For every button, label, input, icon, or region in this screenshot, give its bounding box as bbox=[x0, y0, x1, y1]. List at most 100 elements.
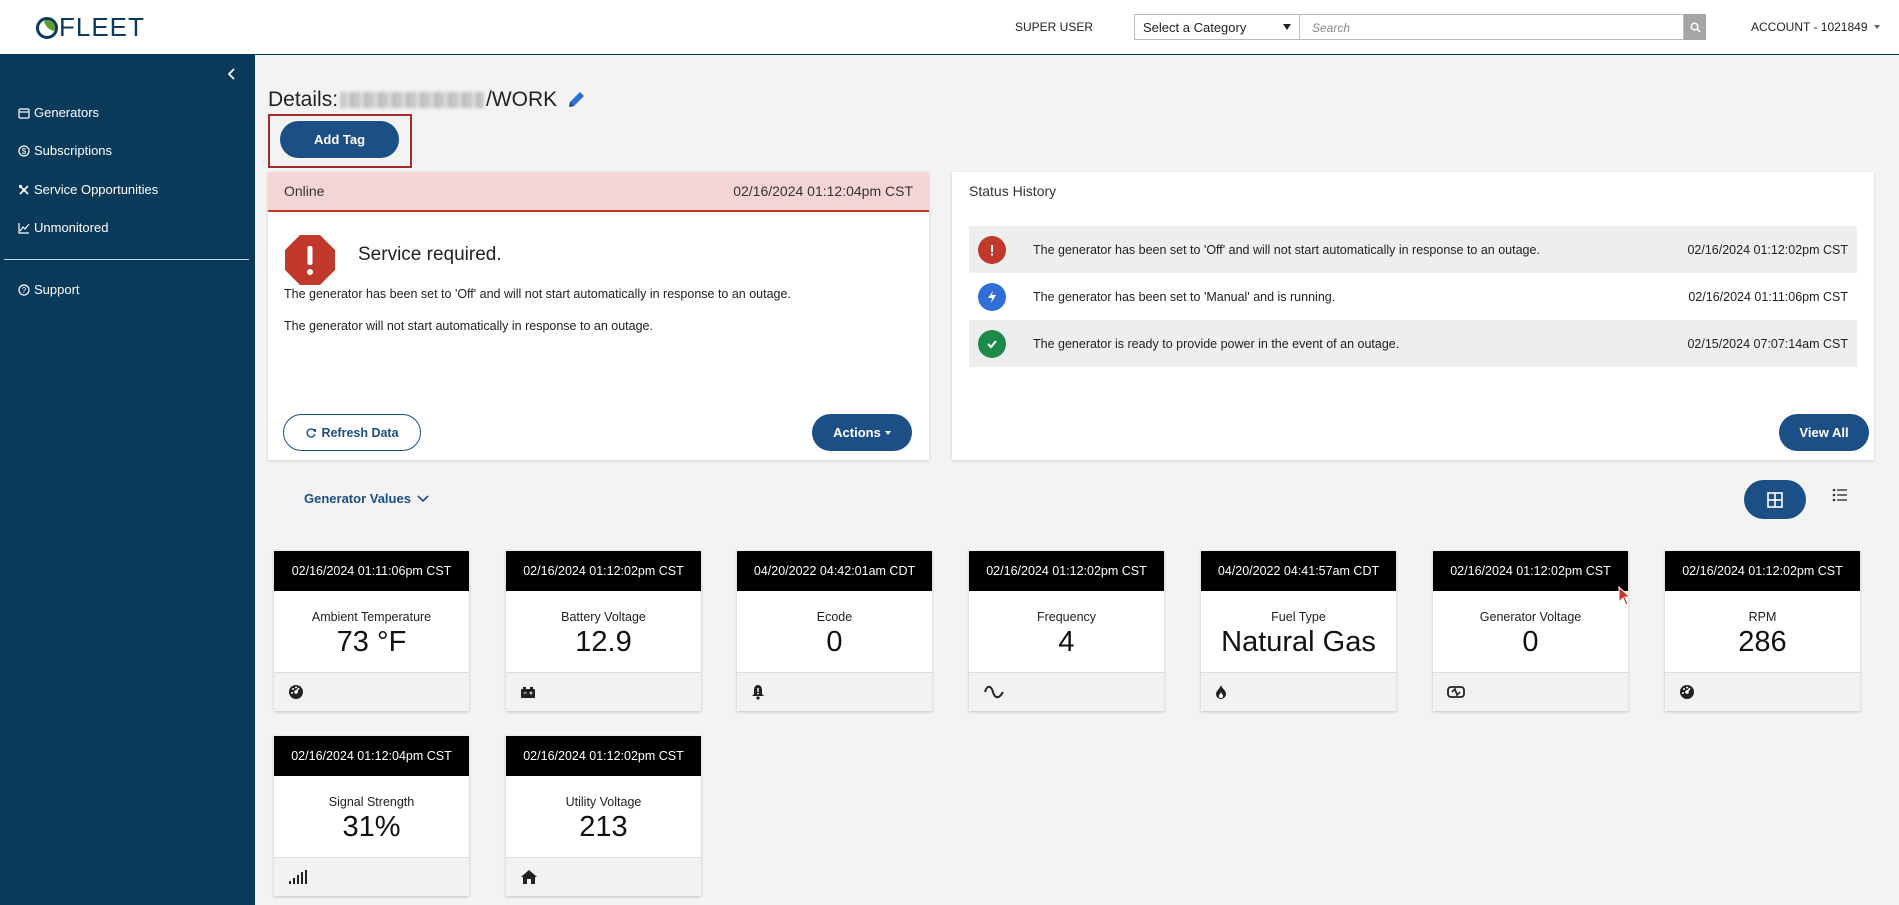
dollar-circle-icon: $ bbox=[18, 144, 30, 157]
tile-value: 73 °F bbox=[336, 626, 407, 658]
tile-timestamp: 02/16/2024 01:12:02pm CST bbox=[506, 736, 701, 776]
service-headline: Service required. bbox=[358, 244, 502, 265]
tile-label: Battery Voltage bbox=[561, 610, 646, 624]
value-tile-fuel-type[interactable]: 04/20/2022 04:41:57am CDT Fuel Type Natu… bbox=[1201, 551, 1396, 711]
gauge-icon bbox=[289, 685, 303, 699]
category-select-value: Select a Category bbox=[1143, 19, 1247, 35]
sidebar-item-service-opportunities[interactable]: Service Opportunities bbox=[18, 182, 158, 197]
chevron-down-icon bbox=[884, 430, 891, 435]
history-row: The generator has been set to 'Off' and … bbox=[969, 226, 1857, 273]
history-time: 02/15/2024 07:07:14am CST bbox=[1687, 336, 1848, 351]
actions-label: Actions bbox=[833, 425, 881, 440]
page-title-suffix: /WORK bbox=[486, 88, 558, 111]
search-button[interactable] bbox=[1684, 14, 1706, 40]
history-text: The generator has been set to 'Off' and … bbox=[1033, 242, 1540, 257]
history-time: 02/16/2024 01:11:06pm CST bbox=[1688, 289, 1848, 304]
status-history-title: Status History bbox=[969, 183, 1057, 199]
status-history-card: Status History The generator has been se… bbox=[952, 172, 1874, 460]
calendar-icon bbox=[18, 107, 30, 119]
tile-label: Signal Strength bbox=[328, 795, 415, 809]
tile-footer bbox=[274, 672, 469, 711]
tile-footer bbox=[1665, 672, 1860, 711]
tile-timestamp: 04/20/2022 04:41:57am CDT bbox=[1201, 551, 1396, 591]
fleet-logo[interactable]: FLEET bbox=[36, 12, 145, 43]
value-tile-rpm[interactable]: 02/16/2024 01:12:02pm CST RPM 286 bbox=[1665, 551, 1860, 711]
tile-value: 31% bbox=[342, 811, 401, 843]
tile-label: Fuel Type bbox=[1271, 610, 1326, 624]
chevron-down-icon bbox=[417, 494, 429, 502]
value-tile-ambient-temperature[interactable]: 02/16/2024 01:11:06pm CST Ambient Temper… bbox=[274, 551, 469, 711]
history-time: 02/16/2024 01:12:02pm CST bbox=[1687, 242, 1848, 257]
refresh-data-button[interactable]: Refresh Data bbox=[283, 414, 421, 451]
tile-footer bbox=[1433, 672, 1628, 711]
check-circle-icon bbox=[978, 329, 1006, 358]
generator-values-toggle[interactable]: Generator Values bbox=[304, 491, 430, 506]
sidebar-item-support[interactable]: ? Support bbox=[18, 282, 80, 297]
svg-text:$: $ bbox=[22, 147, 27, 156]
actions-dropdown-button[interactable]: Actions bbox=[812, 414, 912, 451]
battery-icon bbox=[521, 687, 535, 698]
value-tile-utility-voltage[interactable]: 02/16/2024 01:12:02pm CST Utility Voltag… bbox=[506, 736, 701, 896]
tile-timestamp: 02/16/2024 01:12:02pm CST bbox=[1433, 551, 1628, 591]
generator-values-label: Generator Values bbox=[304, 491, 411, 506]
refresh-icon bbox=[306, 427, 317, 438]
search-input[interactable]: Search bbox=[1300, 14, 1684, 40]
sidebar-item-label: Support bbox=[34, 282, 80, 297]
add-tag-button[interactable]: Add Tag bbox=[280, 121, 399, 158]
sidebar-item-unmonitored[interactable]: Unmonitored bbox=[18, 220, 108, 235]
status-timestamp: 02/16/2024 01:12:04pm CST bbox=[733, 183, 913, 199]
car-battery-icon bbox=[1447, 686, 1465, 698]
tile-timestamp: 04/20/2022 04:42:01am CDT bbox=[737, 551, 932, 591]
grid-view-button[interactable] bbox=[1744, 480, 1806, 519]
line-chart-icon bbox=[18, 222, 30, 234]
tile-timestamp: 02/16/2024 01:12:02pm CST bbox=[969, 551, 1164, 591]
tile-footer bbox=[737, 672, 932, 711]
tile-label: Ambient Temperature bbox=[311, 610, 432, 624]
value-tile-signal-strength[interactable]: 02/16/2024 01:12:04pm CST Signal Strengt… bbox=[274, 736, 469, 896]
logo-text: FLEET bbox=[59, 12, 145, 42]
mouse-cursor-icon bbox=[1618, 586, 1632, 606]
tile-timestamp: 02/16/2024 01:12:04pm CST bbox=[274, 736, 469, 776]
history-text: The generator is ready to provide power … bbox=[1033, 336, 1400, 351]
collapse-sidebar-chevron-icon[interactable] bbox=[225, 67, 239, 81]
top-header: FLEET SUPER USER Select a Category Searc… bbox=[0, 0, 1899, 55]
tile-value: Natural Gas bbox=[1221, 626, 1376, 658]
tile-timestamp: 02/16/2024 01:11:06pm CST bbox=[274, 551, 469, 591]
value-tile-frequency[interactable]: 02/16/2024 01:12:02pm CST Frequency 4 bbox=[969, 551, 1164, 711]
value-tile-ecode[interactable]: 04/20/2022 04:42:01am CDT Ecode 0 bbox=[737, 551, 932, 711]
tile-label: Generator Voltage bbox=[1479, 610, 1582, 624]
tile-value: 0 bbox=[1522, 626, 1539, 658]
category-select[interactable]: Select a Category bbox=[1134, 14, 1300, 40]
chevron-down-icon bbox=[1283, 24, 1291, 30]
tile-label: Utility Voltage bbox=[565, 795, 642, 809]
sidebar-item-label: Generators bbox=[34, 105, 100, 120]
history-row: The generator has been set to 'Manual' a… bbox=[969, 273, 1857, 320]
sidebar-item-subscriptions[interactable]: $ Subscriptions bbox=[18, 143, 112, 158]
value-tile-generator-voltage[interactable]: 02/16/2024 01:12:02pm CST Generator Volt… bbox=[1433, 551, 1628, 711]
history-text: The generator has been set to 'Manual' a… bbox=[1033, 289, 1336, 304]
signal-icon bbox=[289, 870, 307, 884]
account-menu[interactable]: ACCOUNT - 1021849 bbox=[1751, 20, 1880, 34]
chevron-down-icon bbox=[1873, 25, 1880, 29]
list-view-icon[interactable] bbox=[1832, 488, 1848, 502]
alert-octagon-icon bbox=[285, 235, 335, 285]
refresh-data-label: Refresh Data bbox=[321, 425, 399, 440]
flame-icon bbox=[1216, 685, 1226, 699]
tile-label: RPM bbox=[1748, 610, 1777, 624]
tile-value: 4 bbox=[1058, 626, 1075, 658]
tile-value: 286 bbox=[1738, 626, 1787, 658]
status-message: The generator has been set to 'Off' and … bbox=[284, 287, 791, 301]
value-tile-battery-voltage[interactable]: 02/16/2024 01:12:02pm CST Battery Voltag… bbox=[506, 551, 701, 711]
sidebar-item-generators[interactable]: Generators bbox=[18, 105, 99, 120]
house-icon bbox=[521, 870, 537, 884]
pencil-icon[interactable] bbox=[565, 89, 587, 111]
view-all-button[interactable]: View All bbox=[1779, 414, 1869, 451]
search-icon bbox=[1690, 22, 1701, 33]
tile-value: 0 bbox=[826, 626, 843, 658]
tile-value: 213 bbox=[579, 811, 628, 843]
redacted-customer-name bbox=[340, 92, 485, 108]
status-state: Online bbox=[284, 183, 325, 199]
sidebar-item-label: Subscriptions bbox=[34, 143, 113, 158]
status-card-header: Online 02/16/2024 01:12:04pm CST bbox=[268, 172, 929, 212]
tile-footer bbox=[506, 857, 701, 896]
